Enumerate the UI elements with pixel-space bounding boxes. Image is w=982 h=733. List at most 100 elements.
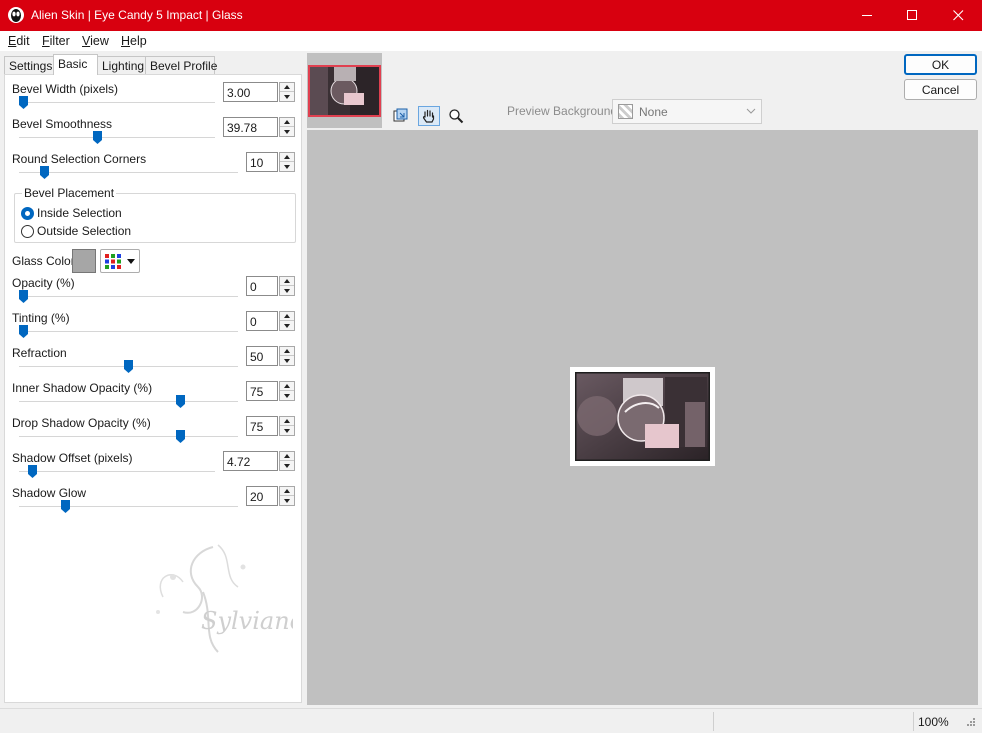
round-corners-input[interactable]: 10 — [246, 152, 278, 172]
spin-down-arrow-icon[interactable] — [280, 162, 294, 171]
shadow-glow-input[interactable]: 20 — [246, 486, 278, 506]
spin-down-arrow-icon[interactable] — [280, 286, 294, 295]
spin-down-arrow-icon[interactable] — [280, 92, 294, 101]
shadow-glow-thumb[interactable] — [61, 500, 70, 513]
spin-down-arrow-icon[interactable] — [280, 461, 294, 470]
spin-up-arrow-icon[interactable] — [280, 417, 294, 426]
bevel-width-spin-arrows[interactable] — [279, 82, 295, 102]
tinting-thumb[interactable] — [19, 325, 28, 338]
close-button[interactable] — [935, 0, 981, 31]
tab-lighting[interactable]: Lighting — [97, 56, 146, 74]
inside-selection-option[interactable]: Inside Selection — [21, 205, 122, 221]
menu-edit[interactable]: Edit — [8, 34, 30, 48]
inner-shadow-thumb[interactable] — [176, 395, 185, 408]
spin-down-arrow-icon[interactable] — [280, 321, 294, 330]
spin-up-arrow-icon[interactable] — [280, 153, 294, 162]
bevel-smoothness-input[interactable]: 39.78 — [223, 117, 278, 137]
refraction-spin-arrows[interactable] — [279, 346, 295, 366]
resize-grip-icon[interactable] — [964, 717, 976, 729]
preview-canvas[interactable] — [307, 130, 978, 705]
inner-shadow-input[interactable]: 75 — [246, 381, 278, 401]
outside-selection-radio[interactable] — [21, 224, 34, 238]
spin-up-arrow-icon[interactable] — [280, 487, 294, 496]
preview-image — [570, 367, 715, 466]
shadow-offset-thumb[interactable] — [28, 465, 37, 478]
inner-shadow-spin-arrows[interactable] — [279, 381, 295, 401]
tinting-input[interactable]: 0 — [246, 311, 278, 331]
spin-up-arrow-icon[interactable] — [280, 382, 294, 391]
color-picker-dropdown[interactable] — [100, 249, 140, 273]
cancel-button[interactable]: Cancel — [904, 79, 977, 100]
opacity-thumb[interactable] — [19, 290, 28, 303]
shadow-glow-track[interactable] — [19, 506, 238, 508]
inner-shadow-track[interactable] — [19, 401, 238, 403]
preview-background-select[interactable]: None — [612, 99, 762, 124]
shadow-glow-spin-arrows[interactable] — [279, 486, 295, 506]
spin-down-arrow-icon[interactable] — [280, 496, 294, 505]
tinting-spin-arrows[interactable] — [279, 311, 295, 331]
bevel-placement-group: Bevel Placement Inside Selection Outside… — [14, 186, 296, 243]
bevel-width-thumb[interactable] — [19, 96, 28, 109]
drop-shadow-spin-arrows[interactable] — [279, 416, 295, 436]
opacity-spin-arrows[interactable] — [279, 276, 295, 296]
navigate-icon — [393, 108, 408, 122]
bevel-smoothness-track[interactable] — [19, 137, 215, 139]
spin-down-arrow-icon[interactable] — [280, 426, 294, 435]
shadow-offset-input[interactable]: 4.72 — [223, 451, 278, 471]
outside-selection-option[interactable]: Outside Selection — [21, 223, 131, 239]
round-corners-spin-arrows[interactable] — [279, 152, 295, 172]
bevel-smoothness-thumb[interactable] — [93, 131, 102, 144]
preview-thumbnail[interactable] — [308, 65, 381, 117]
spin-down-arrow-icon[interactable] — [280, 391, 294, 400]
bevel-width-track[interactable] — [19, 102, 215, 104]
round-corners-thumb[interactable] — [40, 166, 49, 179]
menu-help[interactable]: Help — [121, 34, 147, 48]
preview-image-content — [573, 370, 712, 463]
shadow-offset-spin-arrows[interactable] — [279, 451, 295, 471]
opacity-track[interactable] — [19, 296, 238, 298]
spin-down-arrow-icon[interactable] — [280, 127, 294, 136]
window-title: Alien Skin | Eye Candy 5 Impact | Glass — [31, 8, 243, 22]
glass-color-swatch[interactable] — [72, 249, 96, 273]
drop-shadow-input[interactable]: 75 — [246, 416, 278, 436]
zoom-tool[interactable] — [445, 106, 467, 126]
shadow-offset-track[interactable] — [19, 471, 215, 473]
spin-up-arrow-icon[interactable] — [280, 277, 294, 286]
bevel-width-input[interactable]: 3.00 — [223, 82, 278, 102]
opacity-input[interactable]: 0 — [246, 276, 278, 296]
tab-bevel-profile[interactable]: Bevel Profile — [145, 56, 217, 74]
zoom-icon — [449, 109, 464, 124]
spin-up-arrow-icon[interactable] — [280, 452, 294, 461]
refraction-thumb[interactable] — [124, 360, 133, 373]
maximize-button[interactable] — [889, 0, 935, 31]
drop-shadow-track[interactable] — [19, 436, 238, 438]
minimize-button[interactable] — [844, 0, 890, 31]
spin-down-arrow-icon[interactable] — [280, 356, 294, 365]
menu-view-mnemonic: V — [82, 34, 91, 48]
menu-edit-label: dit — [16, 34, 30, 48]
refraction-input[interactable]: 50 — [246, 346, 278, 366]
menu-view[interactable]: View — [82, 34, 109, 48]
drop-shadow-thumb[interactable] — [176, 430, 185, 443]
tab-settings[interactable]: Settings — [4, 56, 54, 74]
inside-selection-radio[interactable] — [21, 206, 34, 220]
spin-up-arrow-icon[interactable] — [280, 312, 294, 321]
navigate-tool[interactable] — [390, 106, 412, 126]
checker-swatch-icon — [618, 104, 633, 119]
spin-up-arrow-icon[interactable] — [280, 118, 294, 127]
tinting-track[interactable] — [19, 331, 238, 333]
glass-color-label: Glass Color — [12, 254, 75, 268]
spin-up-arrow-icon[interactable] — [280, 83, 294, 92]
menu-bar: Edit Filter View Help — [0, 31, 982, 51]
menu-filter[interactable]: Filter — [42, 34, 70, 48]
hand-tool[interactable] — [418, 106, 440, 126]
status-separator — [913, 712, 914, 731]
tab-basic[interactable]: Basic — [53, 54, 98, 75]
spin-up-arrow-icon[interactable] — [280, 347, 294, 356]
tinting-label: Tinting (%) — [12, 311, 70, 325]
bevel-smoothness-spin-arrows[interactable] — [279, 117, 295, 137]
preview-background-label: Preview Background: — [507, 104, 621, 118]
ok-button[interactable]: OK — [904, 54, 977, 75]
outside-selection-label: Outside Selection — [37, 224, 132, 238]
round-corners-track[interactable] — [19, 172, 238, 174]
